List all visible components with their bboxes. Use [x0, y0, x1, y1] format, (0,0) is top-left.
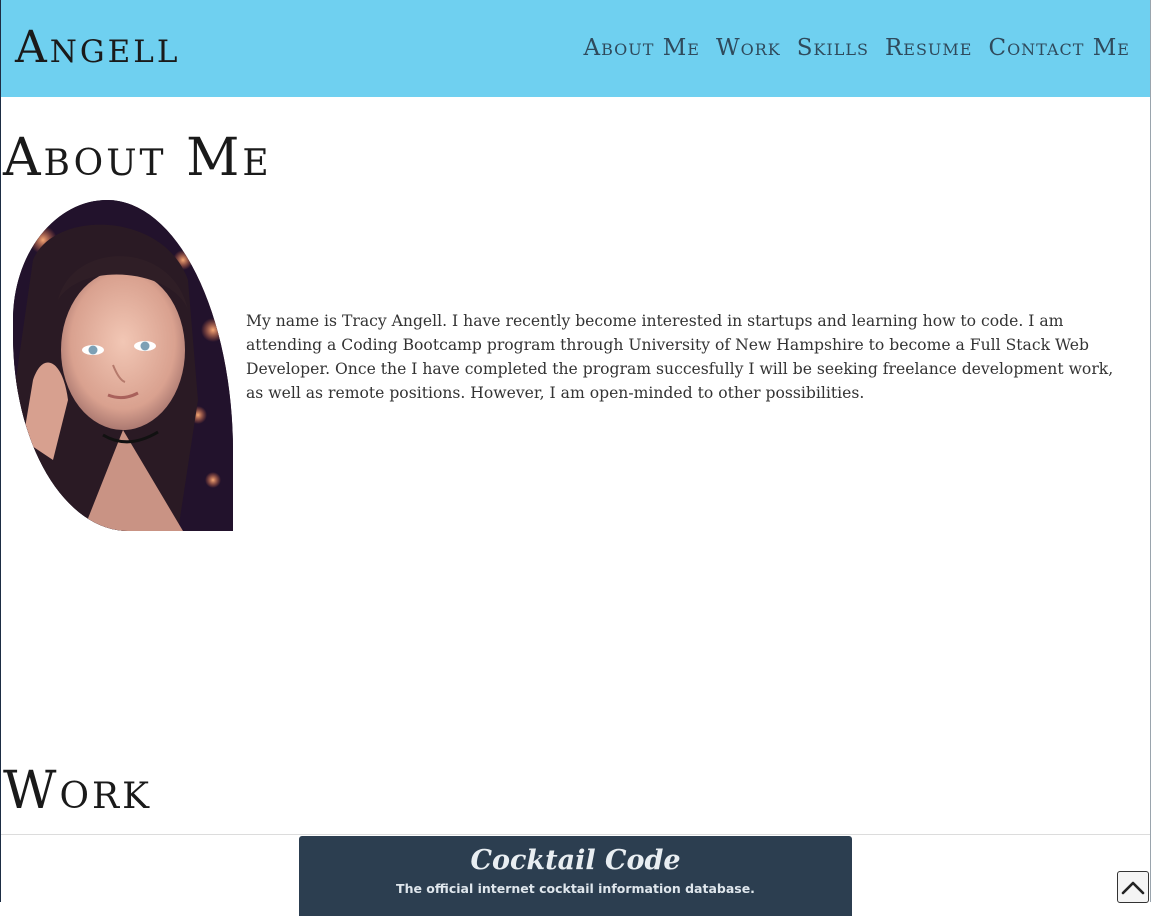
project-subtitle: The official internet cocktail informati…: [396, 881, 755, 896]
project-card-cocktail-code[interactable]: Cocktail Code The official internet cock…: [299, 836, 852, 916]
page-left-border: [0, 0, 1, 902]
profile-photo: [13, 200, 233, 531]
main-nav: About Me Work Skills Resume Contact Me: [583, 33, 1130, 63]
work-section-title: Work: [3, 761, 152, 821]
chevron-up-icon: [1121, 881, 1145, 895]
about-section-title: About Me: [3, 128, 272, 188]
nav-resume[interactable]: Resume: [885, 33, 973, 63]
section-divider: [1, 834, 1150, 835]
scroll-to-top-button[interactable]: [1117, 871, 1149, 903]
nav-skills[interactable]: Skills: [797, 33, 869, 63]
about-bio: My name is Tracy Angell. I have recently…: [246, 312, 1114, 402]
project-title: Cocktail Code: [470, 845, 681, 876]
site-brand[interactable]: Angell: [15, 22, 180, 74]
site-header: Angell About Me Work Skills Resume Conta…: [1, 0, 1150, 97]
nav-contact-me[interactable]: Contact Me: [988, 33, 1130, 63]
nav-work[interactable]: Work: [716, 33, 781, 63]
nav-about-me[interactable]: About Me: [583, 33, 699, 63]
